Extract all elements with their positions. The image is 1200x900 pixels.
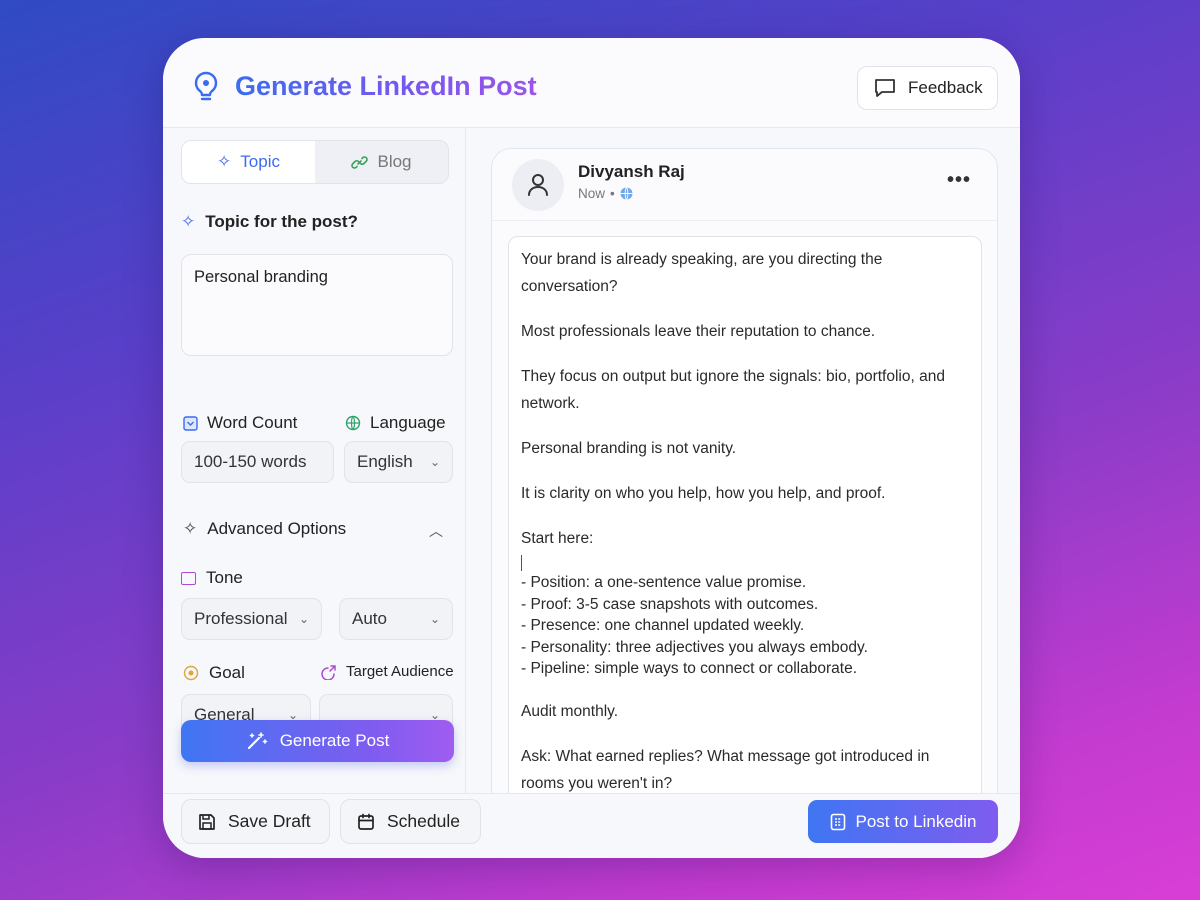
post-meta: Now • [578,186,633,201]
app-window: Generate LinkedIn Post Feedback ✧ Topic … [163,38,1020,858]
clipboard-icon [830,813,845,831]
calendar-icon [358,813,374,830]
save-draft-label: Save Draft [228,811,311,831]
save-draft-button[interactable]: Save Draft [181,799,330,844]
post-paragraph: Start here: [521,530,594,547]
tone-label-text: Tone [206,568,243,587]
more-options-icon[interactable]: ••• [947,169,971,192]
post-time: Now [578,186,606,201]
word-count-label: Word Count [183,413,297,433]
post-paragraph: Personal branding is not vanity. [521,440,737,457]
tab-blog[interactable]: Blog [315,141,448,183]
tone-auto-select[interactable]: Auto ⌄ [339,598,453,640]
user-icon [528,174,548,196]
language-select[interactable]: English ⌄ [344,441,453,483]
post-paragraph: Ask: What earned replies? What message g… [521,747,930,792]
message-icon [875,79,895,97]
schedule-label: Schedule [387,811,460,831]
tone-label: Tone [181,568,243,588]
magic-wand-icon [247,732,267,750]
sparkle-icon: ✧ [217,152,232,171]
post-paragraph: It is clarity on who you help, how you h… [521,485,886,502]
post-header: Divyansh Raj Now • ••• [492,149,997,221]
topic-input[interactable]: Personal branding [181,254,453,356]
post-list: - Position: a one-sentence value promise… [521,572,969,680]
tone-select[interactable]: Professional ⌄ [181,598,322,640]
author-name: Divyansh Raj [578,162,685,181]
tab-blog-label: Blog [377,152,412,171]
advanced-options-toggle[interactable]: ✧ Advanced Options [183,519,346,539]
feedback-label: Feedback [908,78,983,97]
sparkle-icon: ✧ [181,212,196,231]
chevron-down-icon: ⌄ [298,612,309,626]
post-to-linkedin-label: Post to Linkedin [855,811,977,831]
post-paragraph: Your brand is already speaking, are you … [521,251,883,295]
globe-icon [345,415,361,431]
language-label: Language [345,413,446,433]
footer-toolbar: Save Draft Schedule Post to Linkedin [163,793,1020,858]
topic-label-text: Topic for the post? [205,212,358,231]
sparkle-icon: ✧ [183,519,198,538]
list-item: - Proof: 3-5 case snapshots with outcome… [521,595,819,613]
post-to-linkedin-button[interactable]: Post to Linkedin [808,800,998,843]
header: Generate LinkedIn Post Feedback [163,38,1020,128]
audience-label-text: Target Audience [346,663,454,680]
tone-auto-value: Auto [352,609,387,628]
target-icon [183,665,199,681]
avatar [512,159,564,211]
tab-topic-label: Topic [240,152,280,171]
link-icon [351,155,369,169]
dot-separator: • [610,186,615,201]
feedback-button[interactable]: Feedback [857,66,998,110]
topic-label: ✧ Topic for the post? [181,212,358,232]
list-item: - Personality: three adjectives you alwa… [521,638,868,656]
chevron-down-icon: ⌄ [429,455,440,469]
list-item: - Pipeline: simple ways to connect or co… [521,660,857,677]
word-count-label-text: Word Count [207,413,298,432]
tab-topic[interactable]: ✧ Topic [182,141,315,183]
square-icon [181,571,196,585]
generate-post-button[interactable]: Generate Post [181,720,454,762]
settings-panel: ✧ Topic Blog ✧ Topic for the post? Perso… [163,128,466,793]
post-content-editor[interactable]: Your brand is already speaking, are you … [508,236,982,847]
chevron-down-icon: ⌄ [429,612,440,626]
page-title: Generate LinkedIn Post [235,71,537,101]
list-item: - Position: a one-sentence value promise… [521,574,807,591]
audience-icon [321,664,336,680]
topic-input-value: Personal branding [194,268,328,286]
goal-label: Goal [183,663,245,683]
globe-icon [620,187,633,200]
post-paragraph: Most professionals leave their reputatio… [521,323,876,340]
goal-label-text: Goal [209,663,245,682]
generate-post-label: Generate Post [279,731,390,750]
post-paragraph: Audit monthly. [521,702,619,720]
save-icon [199,813,215,830]
advanced-options-label: Advanced Options [207,519,347,538]
audience-label: Target Audience [320,663,454,680]
chevron-up-icon[interactable]: ︿ [429,521,443,541]
post-preview: Divyansh Raj Now • ••• Your brand is alr… [491,148,998,848]
list-item: - Presence: one channel updated weekly. [521,617,805,634]
post-paragraph: They focus on output but ignore the sign… [521,368,945,412]
source-tabs: ✧ Topic Blog [181,140,449,184]
tone-value: Professional [194,609,288,628]
schedule-button[interactable]: Schedule [340,799,481,844]
text-cursor [521,554,969,572]
word-count-value: 100-150 words [194,452,307,471]
word-count-field[interactable]: 100-150 words [181,441,334,483]
language-value: English [357,452,413,471]
lightbulb-icon [194,71,218,101]
download-box-icon [183,415,198,431]
language-label-text: Language [370,413,446,432]
